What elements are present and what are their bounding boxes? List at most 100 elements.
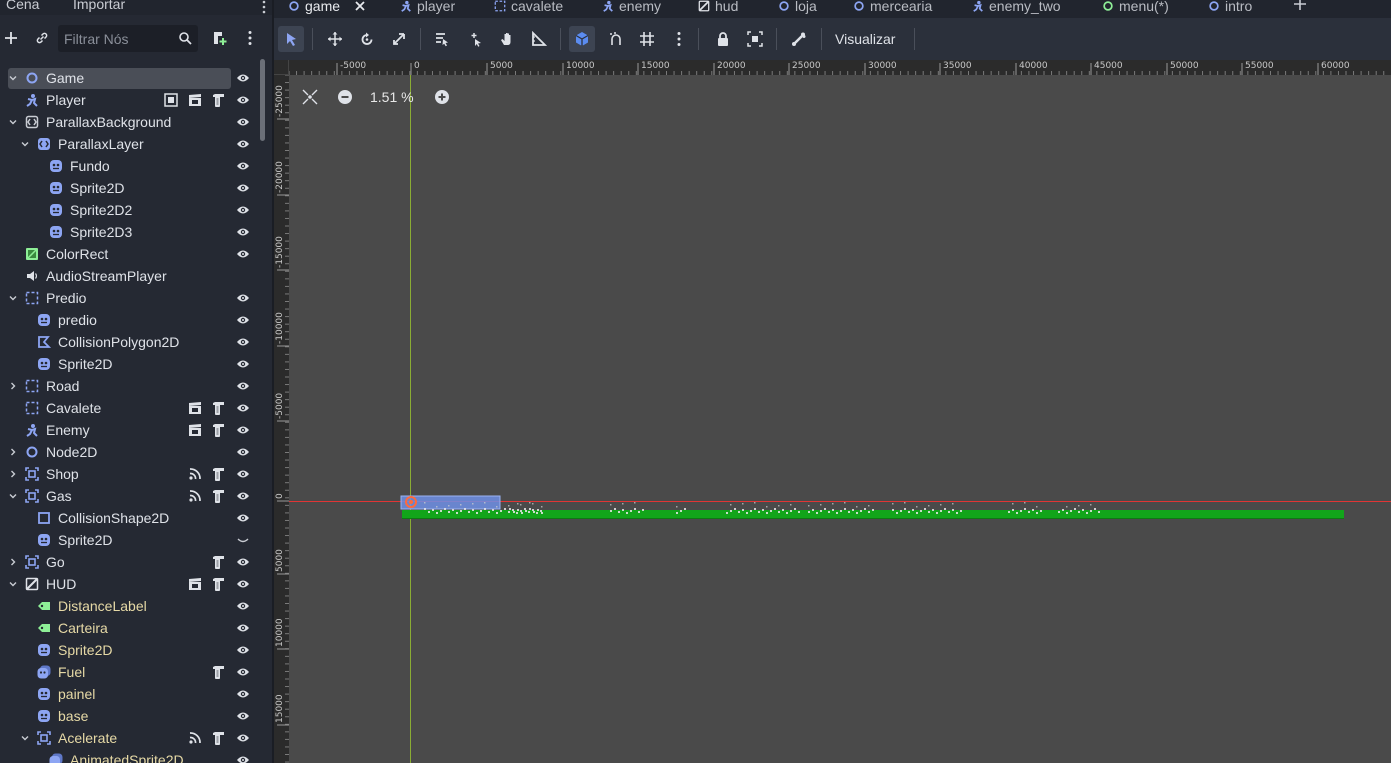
instance-scene-button[interactable] [33,29,51,47]
tab-loja[interactable]: loja [778,0,817,16]
tree-node-player[interactable]: Player [0,89,258,111]
eye-icon[interactable] [236,182,250,194]
scene-tree-scrollbar[interactable] [259,59,266,763]
dock-options-button[interactable] [243,29,257,47]
eye-icon[interactable] [236,336,250,348]
eye-icon[interactable] [236,402,250,414]
tree-node-collisionshape2d[interactable]: CollisionShape2D [0,507,258,529]
script-icon[interactable] [212,489,226,503]
tab-cena[interactable]: Cena [6,0,39,12]
eye-icon[interactable] [236,732,250,744]
tab-game[interactable]: game [288,0,366,16]
tree-node-parallaxlayer[interactable]: ParallaxLayer [0,133,258,155]
signal-icon[interactable] [188,467,202,481]
canvas-viewport[interactable]: -5000 0 5000 10000 15000 20000 25000 30000 35000… [274,60,1391,763]
tree-node-sprite2d[interactable]: Sprite2D [0,177,258,199]
eye-icon[interactable] [236,600,250,612]
tree-node-road[interactable]: Road [0,375,258,397]
tree-node-fuel[interactable]: Fuel [0,661,258,683]
eye-closed-icon[interactable] [236,534,250,546]
zoom-out-icon[interactable] [337,89,353,105]
filter-nodes-field[interactable] [58,25,198,52]
chevron-down-icon[interactable] [8,73,18,83]
filter-nodes-input[interactable] [64,29,174,48]
signal-icon[interactable] [188,489,202,503]
tree-node-sprite2d[interactable]: Sprite2D [0,353,258,375]
eye-icon[interactable] [236,380,250,392]
tree-node-sprite2d[interactable]: Sprite2D [0,639,258,661]
tree-node-carteira[interactable]: Carteira [0,617,258,639]
eye-icon[interactable] [236,72,250,84]
add-tab-icon[interactable] [1293,0,1307,11]
signal-icon[interactable] [188,731,202,745]
eye-icon[interactable] [236,644,250,656]
chevron-down-icon[interactable] [8,491,18,501]
smart-snap-button[interactable] [569,26,595,52]
lock-button[interactable] [710,26,736,52]
snap-options-button[interactable] [603,26,629,52]
tree-node-sprite2d2[interactable]: Sprite2D2 [0,199,258,221]
zoom-reset-icon[interactable] [302,89,318,105]
instance-icon[interactable] [164,93,178,107]
group-button[interactable] [742,26,768,52]
eye-icon[interactable] [236,666,250,678]
zoom-in-icon[interactable] [434,89,450,105]
attach-script-button[interactable] [210,29,228,47]
tree-node-fundo[interactable]: Fundo [0,155,258,177]
eye-icon[interactable] [236,248,250,260]
script-icon[interactable] [212,401,226,415]
tree-node-sprite2d[interactable]: Sprite2D [0,529,258,551]
clapperboard-icon[interactable] [188,577,202,591]
close-icon[interactable] [354,0,366,12]
ruler-mode-button[interactable] [526,26,552,52]
eye-icon[interactable] [236,204,250,216]
script-icon[interactable] [212,423,226,437]
kebab-menu-icon[interactable] [262,0,266,14]
clapperboard-icon[interactable] [188,401,202,415]
select-mode-button[interactable] [278,26,304,52]
eye-icon[interactable] [236,578,250,590]
chevron-down-icon[interactable] [20,733,30,743]
eye-icon[interactable] [236,754,250,763]
tab-enemy[interactable]: enemy [602,0,661,16]
tree-node-parallaxbackground[interactable]: ParallaxBackground [0,111,258,133]
eye-icon[interactable] [236,622,250,634]
eye-icon[interactable] [236,512,250,524]
scale-mode-button[interactable] [386,26,412,52]
tab-importar[interactable]: Importar [73,0,125,12]
tree-node-distancelabel[interactable]: DistanceLabel [0,595,258,617]
pivot-mode-button[interactable] [462,26,488,52]
zoom-level-label[interactable]: 1.51 % [370,89,414,105]
chevron-down-icon[interactable] [20,139,30,149]
chevron-right-icon[interactable] [8,557,18,567]
tab-intro[interactable]: intro [1208,0,1252,16]
bone-button[interactable] [786,26,812,52]
eye-icon[interactable] [236,116,250,128]
eye-icon[interactable] [236,358,250,370]
tree-node-audiostreamplayer[interactable]: AudioStreamPlayer [0,265,258,287]
chevron-down-icon[interactable] [8,579,18,589]
chevron-right-icon[interactable] [8,447,18,457]
tree-node-predio[interactable]: Predio [0,287,258,309]
tree-node-hud[interactable]: HUD [0,573,258,595]
chevron-down-icon[interactable] [8,117,18,127]
tree-node-predio[interactable]: predio [0,309,258,331]
chevron-right-icon[interactable] [8,469,18,479]
clapperboard-icon[interactable] [188,423,202,437]
tree-node-gas[interactable]: Gas [0,485,258,507]
eye-icon[interactable] [236,490,250,502]
eye-icon[interactable] [236,710,250,722]
chevron-right-icon[interactable] [8,381,18,391]
eye-icon[interactable] [236,160,250,172]
tree-node-shop[interactable]: Shop [0,463,258,485]
tab-mercearia[interactable]: mercearia [853,0,932,16]
tab-hud[interactable]: hud [698,0,738,16]
eye-icon[interactable] [236,468,250,480]
pan-mode-button[interactable] [494,26,520,52]
script-icon[interactable] [212,665,226,679]
tree-node-cavalete[interactable]: Cavalete [0,397,258,419]
scrollbar-thumb[interactable] [260,59,265,141]
chevron-down-icon[interactable] [8,293,18,303]
tree-node-collisionpolygon2d[interactable]: CollisionPolygon2D [0,331,258,353]
grid-toggle-button[interactable] [634,26,660,52]
